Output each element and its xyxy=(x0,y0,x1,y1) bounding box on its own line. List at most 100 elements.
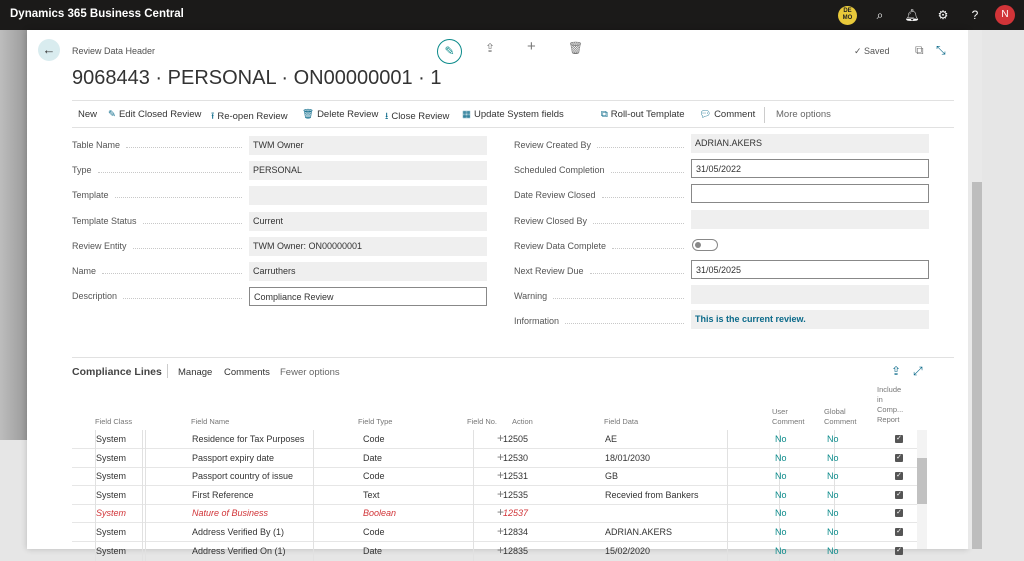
add-action-icon[interactable]: + xyxy=(497,543,504,557)
comment-button[interactable]: 💬︎ Comment xyxy=(699,109,755,120)
column-header[interactable]: Field Type xyxy=(358,417,392,427)
column-separator xyxy=(142,448,143,468)
add-action-icon[interactable]: + xyxy=(497,450,504,464)
cell-gc[interactable]: No xyxy=(827,546,839,556)
field-input[interactable]: ADRIAN.AKERS xyxy=(691,134,929,153)
review-data-complete-toggle[interactable] xyxy=(692,238,718,251)
delete-icon[interactable]: 🗑︎ xyxy=(568,41,583,55)
column-header[interactable]: User Comment xyxy=(772,407,817,427)
cell-cls: System xyxy=(96,545,127,556)
cell-gc[interactable]: No xyxy=(827,490,839,500)
add-action-icon[interactable]: + xyxy=(497,524,504,538)
gear-icon[interactable]: ⚙ xyxy=(935,7,951,23)
include-in-report-checkbox[interactable]: ✓ xyxy=(895,453,903,462)
cell-uc[interactable]: No xyxy=(775,434,787,444)
field-input[interactable]: TWM Owner: ON00000001 xyxy=(249,236,487,256)
cell-gc[interactable]: No xyxy=(827,471,839,481)
field-input[interactable]: This is the current review. xyxy=(691,310,929,330)
field-label: Review Created By xyxy=(514,140,592,150)
include-in-report-checkbox[interactable]: ✓ xyxy=(895,546,903,555)
cell-gc[interactable]: No xyxy=(827,434,839,444)
cell-uc[interactable]: No xyxy=(775,508,787,518)
field-input[interactable] xyxy=(249,186,487,206)
field-input[interactable] xyxy=(691,209,929,229)
edit-closed-review-button[interactable]: ✎ Edit Closed Review xyxy=(108,109,201,120)
new-button[interactable]: New xyxy=(78,109,97,120)
field-label: Review Data Complete xyxy=(514,240,607,251)
add-action-icon[interactable]: + xyxy=(497,468,504,482)
label: Delete Review xyxy=(317,109,379,120)
include-in-report-checkbox[interactable]: ✓ xyxy=(895,528,903,536)
close-review-button[interactable]: ⭳ Close Review xyxy=(385,109,449,125)
field-input[interactable] xyxy=(691,285,929,305)
update-system-fields-button[interactable]: ▦ Update System fields xyxy=(462,109,564,120)
rollout-template-button[interactable]: ⧉ Roll-out Template xyxy=(601,109,685,120)
cell-uc[interactable]: No xyxy=(775,453,787,463)
table-row[interactable]: System Passport expiry date Date 12530 +18/0… xyxy=(72,448,927,468)
lines-scrollbar[interactable] xyxy=(917,430,927,549)
include-in-report-checkbox[interactable]: ✓ xyxy=(895,509,903,518)
column-header[interactable]: Field Data xyxy=(604,417,638,427)
include-in-report-checkbox[interactable]: ✓ xyxy=(895,435,903,443)
scrollbar-thumb[interactable] xyxy=(917,458,927,504)
back-button[interactable]: ← xyxy=(38,39,60,61)
help-icon[interactable]: ? xyxy=(967,7,983,23)
column-header[interactable]: Field Name xyxy=(191,417,229,427)
demo-badge[interactable]: DE MO xyxy=(838,6,857,25)
field-input[interactable]: TWM Owner xyxy=(249,136,487,155)
field-input[interactable]: Carruthers xyxy=(249,262,487,281)
manage-button[interactable]: Manage xyxy=(178,367,212,378)
add-action-icon[interactable]: + xyxy=(497,505,504,519)
include-in-report-checkbox[interactable]: ✓ xyxy=(895,490,903,499)
table-row[interactable]: System Residence for Tax Purposes Code 1250… xyxy=(72,430,927,449)
bell-icon[interactable]: 🔔︎ xyxy=(904,7,920,23)
add-action-icon[interactable]: + xyxy=(497,431,504,445)
table-row[interactable]: System Nature of Business Boolean 12537 + No N… xyxy=(72,504,927,524)
more-options-button[interactable]: More options xyxy=(776,109,831,120)
label: Comment xyxy=(714,109,756,120)
table-row[interactable]: System Passport country of issue Code 12531… xyxy=(72,467,927,487)
column-header[interactable]: Field Class xyxy=(95,417,132,427)
open-new-window-icon[interactable]: ⧉ xyxy=(915,43,924,58)
add-icon[interactable]: + xyxy=(527,38,536,55)
cell-uc[interactable]: No xyxy=(775,546,787,556)
field-input[interactable]: 31/05/2025 xyxy=(691,260,929,279)
table-row[interactable]: System Address Verified On (1) Date 12835 +1… xyxy=(72,541,927,561)
column-header[interactable]: Field No. xyxy=(467,417,497,427)
field-input[interactable] xyxy=(691,184,929,204)
field-input[interactable]: Compliance Review xyxy=(249,287,487,307)
field-label: Description xyxy=(72,291,118,302)
field-input[interactable]: PERSONAL xyxy=(249,161,487,181)
edit-icon[interactable]: ✎ xyxy=(437,39,462,64)
fewer-options-button[interactable]: Fewer options xyxy=(280,367,340,378)
page-scrollbar-thumb[interactable] xyxy=(972,182,982,549)
expand-icon[interactable]: ⤢ xyxy=(913,364,923,379)
search-icon[interactable]: ⌕ xyxy=(872,7,888,23)
table-row[interactable]: System Address Verified By (1) Code 12834 + A… xyxy=(72,523,927,542)
cell-gc[interactable]: No xyxy=(827,527,839,537)
delete-review-button[interactable]: 🗑︎ Delete Review xyxy=(302,109,378,120)
cell-gc[interactable]: No xyxy=(827,453,839,463)
reopen-review-button[interactable]: ⭱ Re-open Review xyxy=(211,109,288,125)
dotted-leader xyxy=(565,323,684,325)
cell-uc[interactable]: No xyxy=(775,527,787,537)
share-icon[interactable]: ⇪ xyxy=(485,41,495,55)
cell-gc[interactable]: No xyxy=(827,508,839,518)
table-row[interactable]: System First Reference Text 12535 + Recevied … xyxy=(72,485,927,505)
share-icon[interactable]: ⇪ xyxy=(891,364,901,378)
collapse-icon[interactable]: ⤡ xyxy=(936,43,946,58)
field-input[interactable]: 31/05/2022 xyxy=(691,159,929,179)
include-in-report-checkbox[interactable]: ✓ xyxy=(895,472,903,481)
page-scrollbar[interactable] xyxy=(968,30,982,549)
column-header[interactable]: Include in Comp... Report xyxy=(877,385,907,425)
field-label: Information xyxy=(514,316,560,327)
column-header[interactable]: Action xyxy=(512,417,533,427)
app-title[interactable]: Dynamics 365 Business Central xyxy=(10,8,184,20)
add-action-icon[interactable]: + xyxy=(497,487,504,501)
column-header[interactable]: Global Comment xyxy=(824,407,869,427)
comments-button[interactable]: Comments xyxy=(224,367,270,378)
cell-uc[interactable]: No xyxy=(775,471,787,481)
avatar[interactable]: N xyxy=(995,5,1015,25)
cell-uc[interactable]: No xyxy=(775,490,787,500)
field-input[interactable]: Current xyxy=(249,211,487,231)
